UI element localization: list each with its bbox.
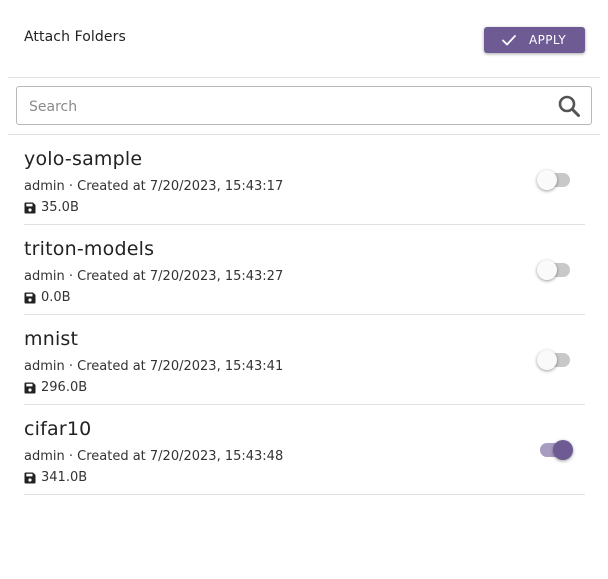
folder-name: yolo-sample [24, 148, 143, 170]
toggle-thumb [537, 260, 557, 280]
folder-meta: admin · Created at 7/20/2023, 15:43:48 [24, 449, 284, 464]
folder-meta: admin · Created at 7/20/2023, 15:43:27 [24, 269, 284, 284]
folder-size: 296.0B [24, 380, 87, 395]
folder-name: mnist [24, 328, 79, 350]
attach-toggle[interactable] [537, 170, 573, 190]
folder-size: 341.0B [24, 470, 87, 485]
save-icon [24, 472, 36, 484]
search-box [16, 86, 592, 126]
check-icon [501, 32, 517, 48]
folder-size-value: 0.0B [41, 290, 71, 305]
folder-size: 0.0B [24, 290, 71, 305]
dialog-header: Attach Folders APPLY [0, 0, 608, 78]
search-icon[interactable] [557, 94, 581, 118]
folder-size: 35.0B [24, 200, 79, 215]
folder-size-value: 341.0B [41, 470, 88, 485]
folder-item: mnist admin · Created at 7/20/2023, 15:4… [24, 315, 585, 405]
toggle-thumb [537, 170, 557, 190]
toggle-thumb [553, 440, 573, 460]
folder-item: yolo-sample admin · Created at 7/20/2023… [24, 135, 585, 225]
folder-item: triton-models admin · Created at 7/20/20… [24, 225, 585, 315]
folder-name: triton-models [24, 238, 155, 260]
header-divider [8, 77, 600, 78]
apply-button-label: APPLY [529, 33, 567, 47]
apply-button[interactable]: APPLY [484, 27, 585, 53]
save-icon [24, 202, 36, 214]
folder-item: cifar10 admin · Created at 7/20/2023, 15… [24, 405, 585, 495]
folder-meta: admin · Created at 7/20/2023, 15:43:41 [24, 359, 284, 374]
folder-size-value: 296.0B [41, 380, 88, 395]
toggle-thumb [537, 350, 557, 370]
attach-toggle[interactable] [537, 260, 573, 280]
save-icon [24, 292, 36, 304]
folder-size-value: 35.0B [41, 200, 79, 215]
search-input[interactable] [27, 87, 551, 126]
folder-name: cifar10 [24, 418, 92, 440]
attach-toggle[interactable] [537, 440, 573, 460]
folder-list: yolo-sample admin · Created at 7/20/2023… [24, 135, 585, 495]
save-icon [24, 382, 36, 394]
folder-meta: admin · Created at 7/20/2023, 15:43:17 [24, 179, 284, 194]
dialog-title: Attach Folders [24, 29, 126, 45]
attach-toggle[interactable] [537, 350, 573, 370]
